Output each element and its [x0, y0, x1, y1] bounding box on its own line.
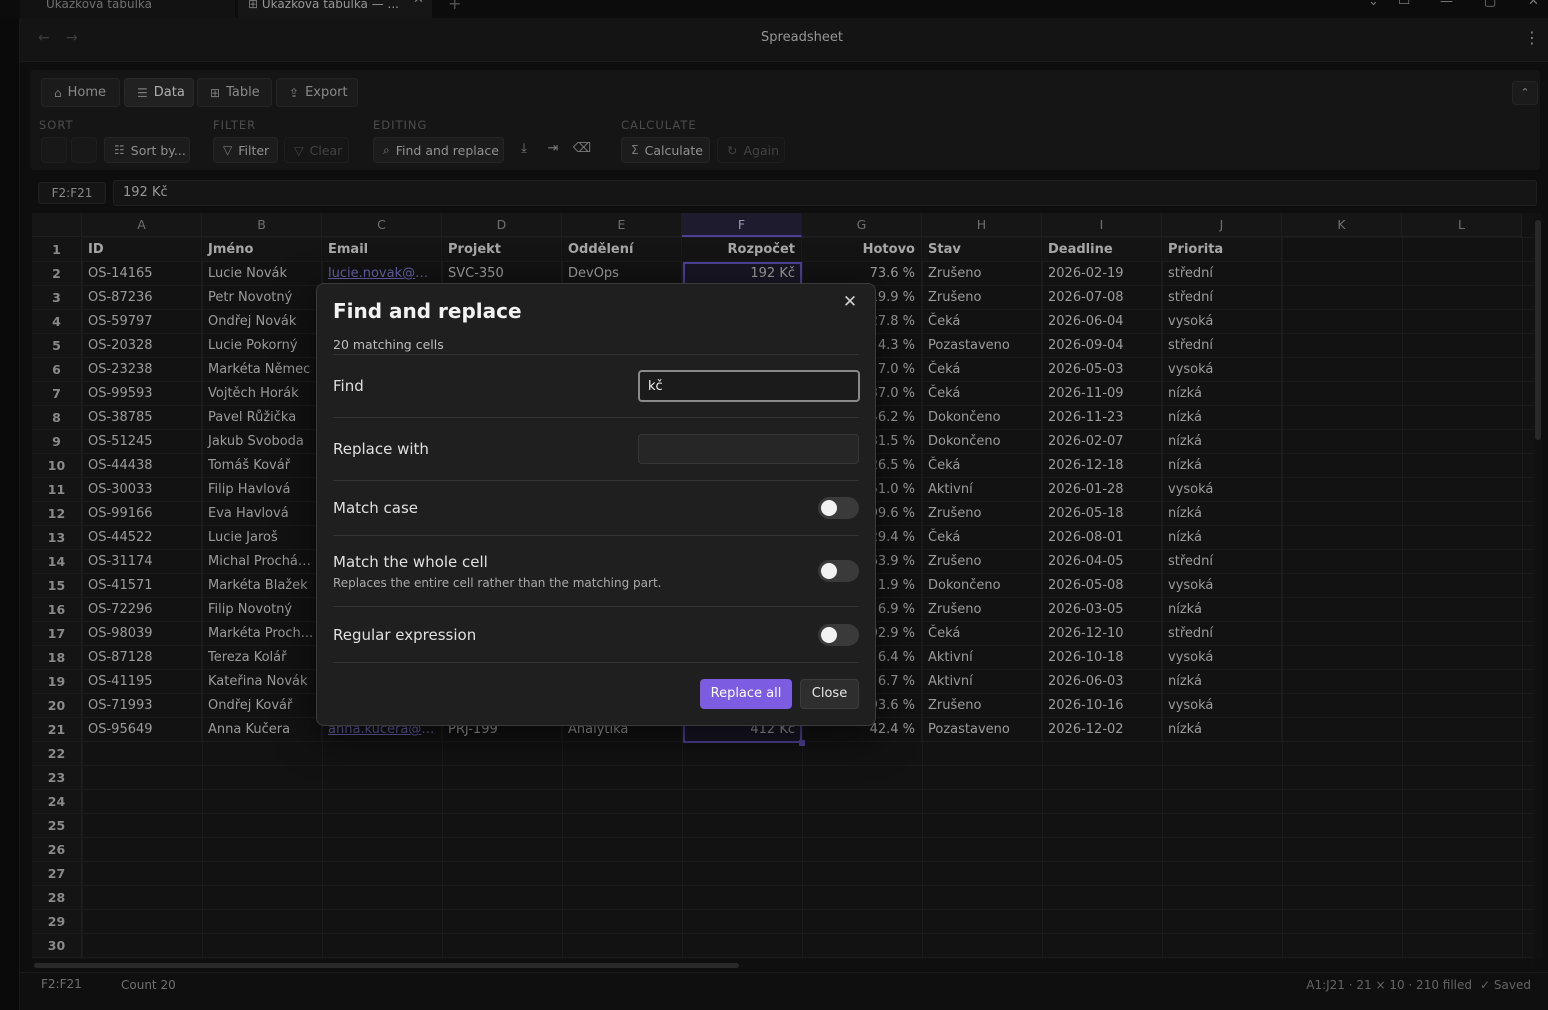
divider	[333, 480, 859, 481]
regex-label: Regular expression	[333, 626, 477, 644]
regex-toggle[interactable]	[818, 624, 859, 646]
find-label: Find	[333, 377, 364, 395]
divider	[333, 662, 859, 663]
divider	[333, 606, 859, 607]
replace-label: Replace with	[333, 440, 429, 458]
toggle-knob	[821, 563, 837, 579]
toggle-knob	[821, 627, 837, 643]
divider	[333, 417, 859, 418]
whole-cell-label: Match the whole cell	[333, 553, 488, 571]
toggle-knob	[821, 500, 837, 516]
whole-cell-description: Replaces the entire cell rather than the…	[333, 576, 662, 590]
replace-all-button[interactable]: Replace all	[700, 679, 792, 709]
replace-input[interactable]	[638, 434, 859, 464]
close-icon[interactable]: ✕	[838, 290, 862, 314]
divider	[333, 535, 859, 536]
match-count: 20 matching cells	[333, 337, 444, 352]
match-case-label: Match case	[333, 499, 419, 517]
whole-cell-toggle[interactable]	[818, 560, 859, 582]
match-case-toggle[interactable]	[818, 497, 859, 519]
find-input[interactable]	[638, 370, 860, 402]
dialog-title: Find and replace	[333, 299, 522, 323]
close-button[interactable]: Close	[800, 679, 859, 709]
divider	[333, 354, 859, 355]
